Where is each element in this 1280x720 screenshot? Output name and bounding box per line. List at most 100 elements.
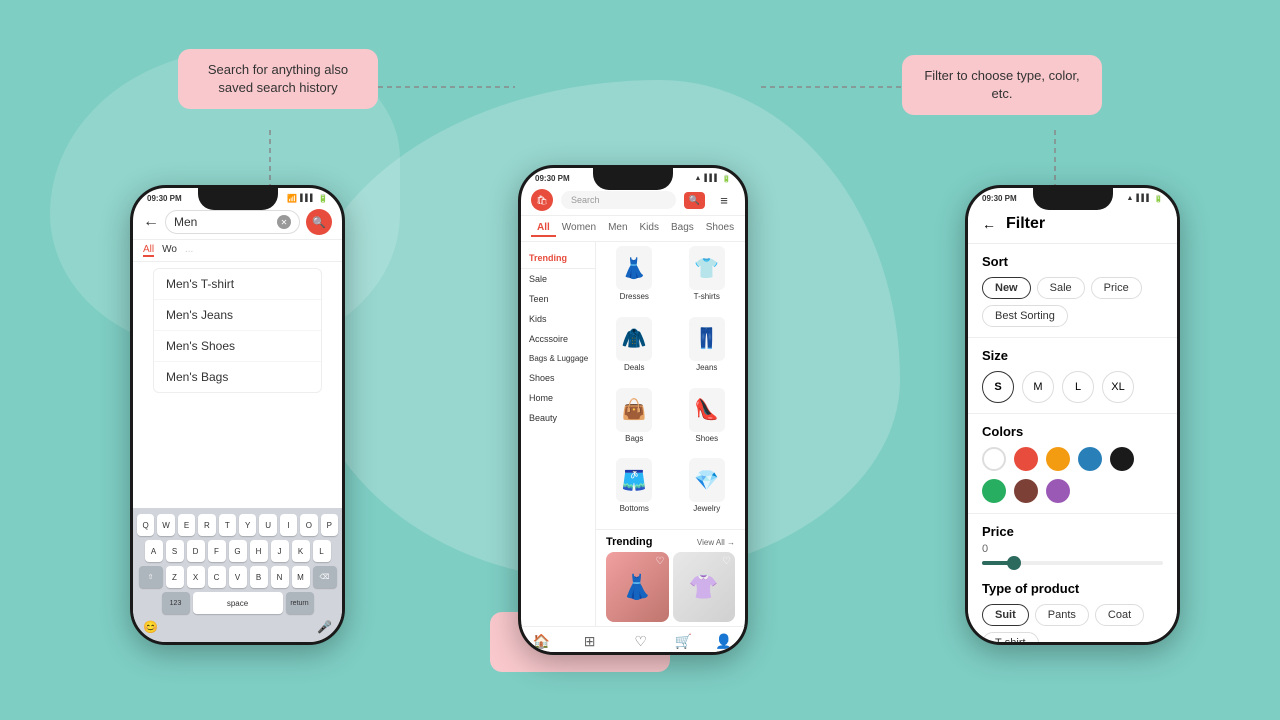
key-return[interactable]: return bbox=[286, 592, 314, 614]
sort-chip-price[interactable]: Price bbox=[1091, 277, 1142, 299]
key-c[interactable]: C bbox=[208, 566, 226, 588]
key-s[interactable]: S bbox=[166, 540, 184, 562]
suggestion-tshirt[interactable]: Men's T-shirt bbox=[154, 269, 321, 300]
bottom-nav-profile[interactable]: 👤 Profile bbox=[714, 633, 734, 655]
color-white[interactable] bbox=[982, 447, 1006, 471]
center-search-bar[interactable]: Search bbox=[561, 191, 676, 209]
type-coat[interactable]: Coat bbox=[1095, 604, 1144, 626]
key-w[interactable]: W bbox=[157, 514, 174, 536]
search-go-button[interactable]: 🔍 bbox=[306, 209, 332, 235]
key-i[interactable]: I bbox=[280, 514, 297, 536]
key-h[interactable]: H bbox=[250, 540, 268, 562]
trending-image-left[interactable]: 👗 ♡ bbox=[606, 552, 669, 622]
key-j[interactable]: J bbox=[271, 540, 289, 562]
key-o[interactable]: O bbox=[300, 514, 317, 536]
type-pants[interactable]: Pants bbox=[1035, 604, 1089, 626]
key-123[interactable]: 123 bbox=[162, 592, 190, 614]
suggestion-jeans[interactable]: Men's Jeans bbox=[154, 300, 321, 331]
sort-chip-new[interactable]: New bbox=[982, 277, 1031, 299]
key-v[interactable]: V bbox=[229, 566, 247, 588]
left-tab-all[interactable]: All bbox=[143, 244, 154, 257]
color-orange[interactable] bbox=[1046, 447, 1070, 471]
key-shift[interactable]: ⇧ bbox=[139, 566, 163, 588]
suggestion-bags[interactable]: Men's Bags bbox=[154, 362, 321, 392]
key-space[interactable]: space bbox=[193, 592, 283, 614]
category-jewelry[interactable]: 💎 Jewelry bbox=[673, 458, 742, 525]
type-suit[interactable]: Suit bbox=[982, 604, 1029, 626]
sidebar-item-accssoire[interactable]: Accssoire bbox=[521, 329, 595, 349]
heart-icon-right[interactable]: ♡ bbox=[722, 556, 731, 567]
key-q[interactable]: Q bbox=[137, 514, 154, 536]
key-y[interactable]: Y bbox=[239, 514, 256, 536]
view-all-link[interactable]: View All → bbox=[697, 538, 735, 547]
center-tab-men[interactable]: Men bbox=[602, 220, 633, 237]
center-tab-shoes[interactable]: Shoes bbox=[700, 220, 740, 237]
key-m[interactable]: M bbox=[292, 566, 310, 588]
bottom-nav-wishlist[interactable]: ♡ Wishlist bbox=[629, 633, 653, 655]
key-u[interactable]: U bbox=[259, 514, 276, 536]
category-jeans[interactable]: 👖 Jeans bbox=[673, 317, 742, 384]
sidebar-item-beauty[interactable]: Beauty bbox=[521, 408, 595, 428]
size-l[interactable]: L bbox=[1062, 371, 1094, 403]
keyboard[interactable]: Q W E R T Y U I O P A S D F G H J K L bbox=[133, 508, 342, 642]
sidebar-item-teen[interactable]: Teen bbox=[521, 289, 595, 309]
search-clear-button[interactable]: ✕ bbox=[277, 215, 291, 229]
category-deals[interactable]: 🧥 Deals bbox=[600, 317, 669, 384]
type-tshirt[interactable]: T-shirt bbox=[982, 632, 1039, 645]
color-black[interactable] bbox=[1110, 447, 1134, 471]
sidebar-item-sale[interactable]: Sale bbox=[521, 269, 595, 289]
key-g[interactable]: G bbox=[229, 540, 247, 562]
size-s[interactable]: S bbox=[982, 371, 1014, 403]
category-shoes[interactable]: 👠 Shoes bbox=[673, 388, 742, 455]
category-bags[interactable]: 👜 Bags bbox=[600, 388, 669, 455]
price-slider[interactable] bbox=[982, 561, 1163, 565]
filter-back-button[interactable]: ← bbox=[982, 216, 996, 232]
suggestion-shoes[interactable]: Men's Shoes bbox=[154, 331, 321, 362]
sidebar-item-trending[interactable]: Trending bbox=[521, 248, 595, 269]
center-tab-bags[interactable]: Bags bbox=[665, 220, 700, 237]
key-t[interactable]: T bbox=[219, 514, 236, 536]
price-thumb[interactable] bbox=[1007, 556, 1021, 570]
left-tab-es[interactable]: ... bbox=[185, 244, 193, 257]
category-bottoms[interactable]: 🩳 Bottoms bbox=[600, 458, 669, 525]
key-x[interactable]: X bbox=[187, 566, 205, 588]
bottom-nav-categories[interactable]: ⊞ Categories bbox=[573, 633, 607, 655]
color-green[interactable] bbox=[982, 479, 1006, 503]
key-b[interactable]: B bbox=[250, 566, 268, 588]
mic-key[interactable]: 🎤 bbox=[317, 620, 332, 634]
key-f[interactable]: F bbox=[208, 540, 226, 562]
color-purple[interactable] bbox=[1046, 479, 1070, 503]
category-dresses[interactable]: 👗 Dresses bbox=[600, 246, 669, 313]
sidebar-item-home[interactable]: Home bbox=[521, 388, 595, 408]
emoji-key[interactable]: 😊 bbox=[143, 620, 158, 634]
center-tab-all[interactable]: All bbox=[531, 220, 556, 237]
search-btn-center[interactable]: 🔍 bbox=[684, 192, 705, 209]
category-tshirts[interactable]: 👕 T-shirts bbox=[673, 246, 742, 313]
key-k[interactable]: K bbox=[292, 540, 310, 562]
sidebar-item-kids[interactable]: Kids bbox=[521, 309, 595, 329]
key-z[interactable]: Z bbox=[166, 566, 184, 588]
sidebar-item-shoes[interactable]: Shoes bbox=[521, 368, 595, 388]
color-blue[interactable] bbox=[1078, 447, 1102, 471]
back-button[interactable]: ← bbox=[143, 213, 159, 231]
search-input-value[interactable]: Men bbox=[174, 215, 273, 229]
color-red[interactable] bbox=[1014, 447, 1038, 471]
color-brown[interactable] bbox=[1014, 479, 1038, 503]
left-tab-wo[interactable]: Wo bbox=[162, 244, 177, 257]
center-tab-kids[interactable]: Kids bbox=[634, 220, 665, 237]
key-l[interactable]: L bbox=[313, 540, 331, 562]
heart-icon-left[interactable]: ♡ bbox=[656, 556, 665, 567]
key-e[interactable]: E bbox=[178, 514, 195, 536]
size-m[interactable]: M bbox=[1022, 371, 1054, 403]
key-delete[interactable]: ⌫ bbox=[313, 566, 337, 588]
trending-image-right[interactable]: 👚 ♡ bbox=[673, 552, 736, 622]
sidebar-item-bags[interactable]: Bags & Luggage bbox=[521, 349, 595, 368]
filter-icon-btn[interactable]: ≡ bbox=[713, 189, 735, 211]
key-n[interactable]: N bbox=[271, 566, 289, 588]
size-xl[interactable]: XL bbox=[1102, 371, 1134, 403]
key-r[interactable]: R bbox=[198, 514, 215, 536]
sort-chip-sale[interactable]: Sale bbox=[1037, 277, 1085, 299]
search-input-container[interactable]: Men ✕ bbox=[165, 210, 300, 234]
key-d[interactable]: D bbox=[187, 540, 205, 562]
bottom-nav-cart[interactable]: 🛒 Cart bbox=[675, 633, 692, 655]
